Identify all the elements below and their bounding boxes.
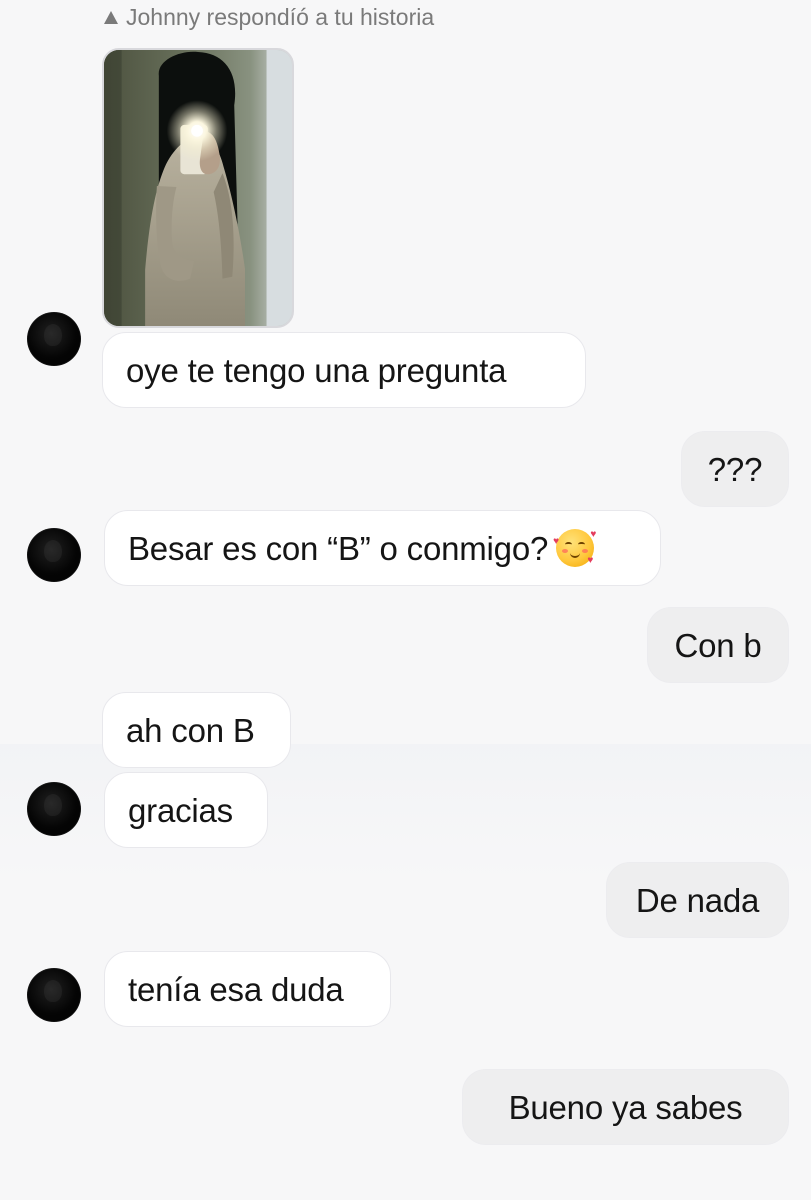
story-thumbnail[interactable] (102, 48, 294, 328)
message-bubble-incoming[interactable]: ah con B (102, 692, 291, 768)
message-bubble-outgoing[interactable]: ??? (681, 431, 789, 507)
message-bubble-incoming[interactable]: Besar es con “B” o conmigo? ♥ ♥ ♥ (104, 510, 661, 586)
story-photo (104, 50, 292, 326)
message-bubble-incoming[interactable]: gracias (104, 772, 268, 848)
avatar[interactable] (27, 968, 81, 1022)
smiling-face-with-hearts-icon: ♥ ♥ ♥ (553, 529, 597, 567)
avatar[interactable] (27, 528, 81, 582)
story-reply-header: Johnny respondíó a tu historia (104, 3, 434, 31)
message-bubble-incoming[interactable]: tenía esa duda (104, 951, 391, 1027)
message-text: De nada (635, 881, 760, 919)
avatar[interactable] (27, 312, 81, 366)
message-text: tenía esa duda (128, 970, 344, 1008)
reply-arrow-icon (104, 11, 118, 24)
message-bubble-incoming[interactable]: oye te tengo una pregunta (102, 332, 586, 408)
message-text: ??? (707, 450, 763, 488)
message-bubble-outgoing[interactable]: De nada (606, 862, 789, 938)
message-text: Besar es con “B” o conmigo? (128, 529, 549, 567)
message-text: ah con B (126, 711, 255, 749)
message-bubble-outgoing[interactable]: Bueno ya sabes (462, 1069, 789, 1145)
story-reply-label: Johnny respondíó a tu historia (126, 4, 435, 30)
message-text: Bueno ya sabes (508, 1088, 743, 1126)
chat-thread: Johnny respondíó a tu historia oye te te… (0, 0, 811, 1200)
message-text: Con b (674, 626, 762, 664)
message-bubble-outgoing[interactable]: Con b (647, 607, 789, 683)
message-text: oye te tengo una pregunta (126, 351, 507, 389)
message-text: gracias (128, 791, 233, 829)
avatar[interactable] (27, 782, 81, 836)
